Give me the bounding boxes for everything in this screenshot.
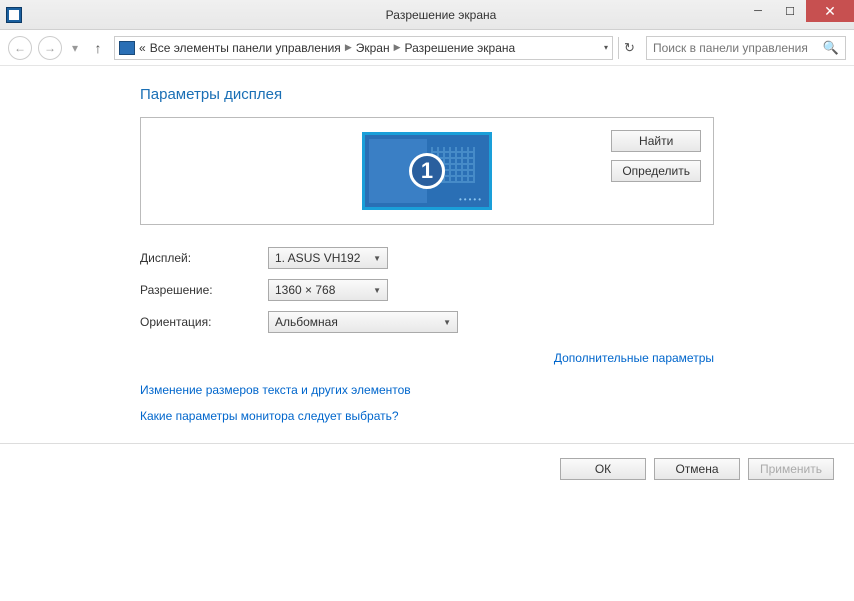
breadcrumb-dropdown-icon[interactable]: ▾ bbox=[604, 43, 608, 52]
preview-buttons: Найти Определить bbox=[611, 130, 701, 182]
display-row: Дисплей: 1. ASUS VH192 ▼ bbox=[140, 247, 714, 269]
display-value: 1. ASUS VH192 bbox=[275, 251, 360, 265]
history-dropdown-icon[interactable]: ▾ bbox=[68, 36, 82, 60]
breadcrumb-item[interactable]: Все элементы панели управления bbox=[150, 41, 341, 55]
breadcrumb-item[interactable]: Разрешение экрана bbox=[405, 41, 516, 55]
orientation-row: Ориентация: Альбомная ▼ bbox=[140, 311, 714, 333]
chevron-down-icon: ▼ bbox=[365, 254, 381, 263]
search-box[interactable]: 🔍 bbox=[646, 36, 846, 60]
text-size-link[interactable]: Изменение размеров текста и других элеме… bbox=[140, 383, 411, 397]
titlebar: Разрешение экрана ─ ☐ ✕ bbox=[0, 0, 854, 30]
advanced-settings-link[interactable]: Дополнительные параметры bbox=[554, 351, 714, 365]
help-link-row: Какие параметры монитора следует выбрать… bbox=[140, 407, 714, 425]
breadcrumb-prefix: « bbox=[139, 41, 146, 55]
window-buttons: ─ ☐ ✕ bbox=[742, 0, 854, 22]
content: Параметры дисплея 1 ••••• Найти Определи… bbox=[0, 66, 854, 425]
forward-button[interactable]: → bbox=[38, 36, 62, 60]
advanced-link-row: Дополнительные параметры bbox=[140, 349, 714, 367]
resolution-value: 1360 × 768 bbox=[275, 283, 335, 297]
up-button[interactable]: ↑ bbox=[88, 38, 108, 58]
cancel-button[interactable]: Отмена bbox=[654, 458, 740, 480]
maximize-button[interactable]: ☐ bbox=[774, 0, 806, 22]
display-preview: 1 ••••• Найти Определить bbox=[140, 117, 714, 225]
chevron-down-icon: ▼ bbox=[365, 286, 381, 295]
display-select[interactable]: 1. ASUS VH192 ▼ bbox=[268, 247, 388, 269]
monitor-number: 1 bbox=[409, 153, 445, 189]
display-label: Дисплей: bbox=[140, 251, 268, 265]
resolution-label: Разрешение: bbox=[140, 283, 268, 297]
close-button[interactable]: ✕ bbox=[806, 0, 854, 22]
textsize-link-row: Изменение размеров текста и других элеме… bbox=[140, 381, 714, 399]
page-heading: Параметры дисплея bbox=[140, 86, 714, 103]
help-link[interactable]: Какие параметры монитора следует выбрать… bbox=[140, 409, 399, 423]
breadcrumb-item[interactable]: Экран bbox=[356, 41, 390, 55]
resolution-row: Разрешение: 1360 × 768 ▼ bbox=[140, 279, 714, 301]
chevron-right-icon: ▶ bbox=[394, 42, 401, 53]
chevron-right-icon: ▶ bbox=[345, 42, 352, 53]
apply-button[interactable]: Применить bbox=[748, 458, 834, 480]
minimize-button[interactable]: ─ bbox=[742, 0, 774, 22]
identify-button[interactable]: Определить bbox=[611, 160, 701, 182]
search-input[interactable] bbox=[653, 41, 823, 55]
orientation-value: Альбомная bbox=[275, 315, 338, 329]
ok-button[interactable]: ОК bbox=[560, 458, 646, 480]
back-button[interactable]: ← bbox=[8, 36, 32, 60]
window-title: Разрешение экрана bbox=[28, 8, 854, 22]
orientation-select[interactable]: Альбомная ▼ bbox=[268, 311, 458, 333]
breadcrumb[interactable]: « Все элементы панели управления ▶ Экран… bbox=[114, 36, 613, 60]
navbar: ← → ▾ ↑ « Все элементы панели управления… bbox=[0, 30, 854, 66]
refresh-button[interactable]: ↻ bbox=[618, 37, 640, 59]
footer: ОК Отмена Применить bbox=[0, 444, 854, 494]
app-icon bbox=[6, 7, 22, 23]
orientation-label: Ориентация: bbox=[140, 315, 268, 329]
monitor-dots-icon: ••••• bbox=[459, 195, 483, 204]
chevron-down-icon: ▼ bbox=[435, 318, 451, 327]
search-icon: 🔍 bbox=[823, 40, 839, 56]
find-button[interactable]: Найти bbox=[611, 130, 701, 152]
monitor-thumbnail[interactable]: 1 ••••• bbox=[362, 132, 492, 210]
resolution-select[interactable]: 1360 × 768 ▼ bbox=[268, 279, 388, 301]
control-panel-icon bbox=[119, 41, 135, 55]
